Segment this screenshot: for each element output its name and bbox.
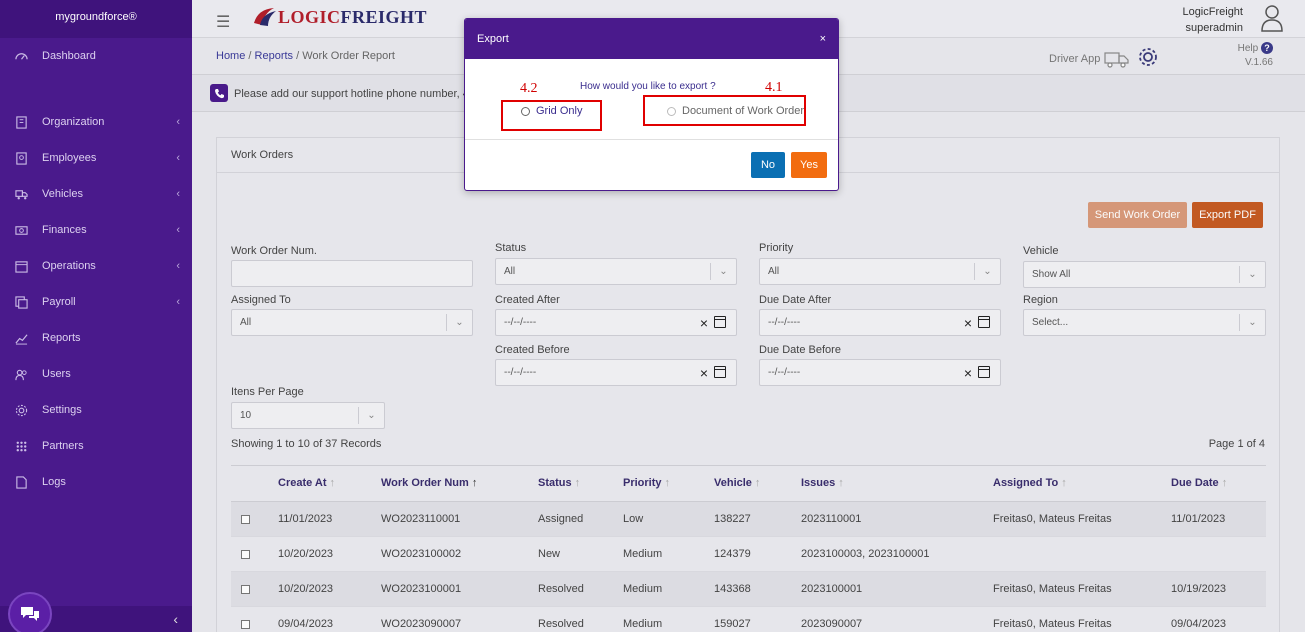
dashboard-icon — [14, 49, 28, 63]
sidebar-item-settings[interactable]: Settings — [0, 398, 192, 422]
truck-icon — [14, 187, 28, 201]
chart-icon — [14, 331, 28, 345]
chevron-left-icon: ‹ — [176, 116, 180, 128]
sidebar-item-label: Operations — [42, 260, 96, 272]
sidebar-item-organization[interactable]: Organization ‹ — [0, 110, 192, 134]
sidebar-brand: mygroundforce® — [0, 0, 192, 38]
annotation-label-4-2: 4.2 — [520, 81, 538, 96]
logo-emblem-icon — [254, 8, 276, 26]
annotation-box-document — [643, 95, 806, 126]
sidebar-item-label: Finances — [42, 224, 87, 236]
chat-button[interactable] — [8, 592, 52, 632]
sidebar-item-label: Settings — [42, 404, 82, 416]
sidebar-item-finances[interactable]: Finances ‹ — [0, 218, 192, 242]
gear-icon — [14, 403, 28, 417]
annotation-label-4-1: 4.1 — [765, 80, 783, 95]
calendar-icon — [14, 259, 28, 273]
sidebar-item-label: Dashboard — [42, 50, 96, 62]
annotation-box-grid-only — [501, 100, 602, 131]
yes-button[interactable]: Yes — [791, 152, 827, 178]
payroll-icon — [14, 295, 28, 309]
sidebar-item-label: Users — [42, 368, 71, 380]
logo: LOGICFREIGHT — [252, 5, 427, 29]
finances-icon — [14, 223, 28, 237]
close-icon[interactable]: × — [820, 33, 826, 45]
modal-title: Export — [477, 33, 509, 45]
sidebar-item-label: Partners — [42, 440, 84, 452]
sidebar-item-label: Vehicles — [42, 188, 83, 200]
modal-header: Export × — [465, 19, 838, 59]
sidebar-item-users[interactable]: Users — [0, 362, 192, 386]
sidebar-item-partners[interactable]: Partners — [0, 434, 192, 458]
logo-text: LOGICFREIGHT — [278, 6, 428, 27]
user-info[interactable]: LogicFreight superadmin — [1182, 4, 1243, 36]
divider — [465, 139, 838, 140]
organization-icon — [14, 115, 28, 129]
sidebar-item-label: Payroll — [42, 296, 76, 308]
sidebar-item-label: Organization — [42, 116, 105, 128]
sidebar-item-label: Reports — [42, 332, 81, 344]
chevron-left-icon: ‹ — [176, 224, 180, 236]
sidebar-item-label: Logs — [42, 476, 66, 488]
export-question: How would you like to export ? — [580, 81, 716, 92]
sidebar-item-payroll[interactable]: Payroll ‹ — [0, 290, 192, 314]
partners-icon — [14, 439, 28, 453]
chevron-left-icon: ‹ — [176, 260, 180, 272]
sidebar-item-logs[interactable]: Logs — [0, 470, 192, 494]
sidebar-item-reports[interactable]: Reports — [0, 326, 192, 350]
sidebar: mygroundforce® Dashboard Organization ‹ Emp… — [0, 0, 192, 632]
chevron-left-icon: ‹ — [176, 296, 180, 308]
employees-icon — [14, 151, 28, 165]
sidebar-item-dashboard[interactable]: Dashboard — [0, 44, 192, 68]
chevron-left-icon: ‹ — [176, 152, 180, 164]
user-avatar-icon[interactable] — [1261, 4, 1283, 32]
sidebar-item-operations[interactable]: Operations ‹ — [0, 254, 192, 278]
sidebar-item-label: Employees — [42, 152, 97, 164]
user-role: superadmin — [1185, 22, 1243, 34]
logs-icon — [14, 475, 28, 489]
no-button[interactable]: No — [751, 152, 785, 178]
chevron-left-icon: ‹ — [176, 188, 180, 200]
sidebar-item-vehicles[interactable]: Vehicles ‹ — [0, 182, 192, 206]
menu-icon[interactable]: ☰ — [216, 12, 230, 32]
users-icon — [14, 367, 28, 381]
sidebar-item-employees[interactable]: Employees ‹ — [0, 146, 192, 170]
user-company: LogicFreight — [1182, 6, 1243, 18]
chat-icon — [21, 607, 39, 621]
